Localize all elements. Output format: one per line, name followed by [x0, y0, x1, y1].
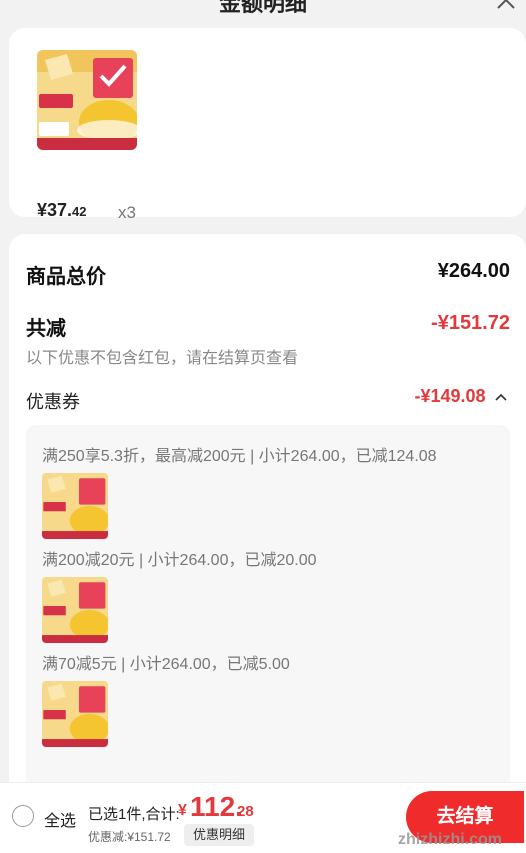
- coupon-rule: 满250享5.3折，最高减200元 | 小计264.00，已减124.08: [42, 448, 437, 465]
- sheet-title: 金额明细: [218, 0, 307, 16]
- selected-count: 已选1件,合计:: [88, 806, 180, 823]
- total-amount-decimal: 28: [237, 803, 254, 820]
- coupon-product-image: [42, 681, 108, 747]
- sheet-header: 金额明细: [0, 0, 526, 26]
- product-price: ¥37.42: [37, 200, 87, 221]
- total-price-label: 商品总价: [26, 266, 106, 288]
- price-integer: ¥37.: [37, 200, 73, 220]
- price-decimal: 42: [72, 204, 87, 219]
- total-amount-integer: 112.: [190, 791, 243, 822]
- chevron-up-icon: [495, 393, 507, 401]
- coupon-value: -¥149.08: [414, 386, 486, 406]
- product-image[interactable]: [37, 50, 137, 150]
- discount-detail-button[interactable]: 优惠明细: [184, 824, 254, 846]
- product-quantity: x3: [118, 203, 136, 222]
- coupon-details: 满250享5.3折，最高减200元 | 小计264.00，已减124.08 满2…: [26, 425, 510, 794]
- summary-card: 商品总价 ¥264.00 共减 -¥151.72 以下优惠不包含红包，请在结算页…: [9, 234, 526, 794]
- coupon-toggle[interactable]: -¥149.08: [414, 386, 508, 407]
- checkout-bar: 全选 已选1件,合计: ¥ 112. 28 优惠减:¥151.72 优惠明细 去…: [0, 782, 526, 853]
- close-icon[interactable]: [492, 0, 520, 14]
- reduce-value: -¥151.72: [431, 312, 510, 334]
- select-all-label[interactable]: 全选: [44, 807, 76, 831]
- product-card: ¥37.42 x3: [9, 28, 526, 222]
- coupon-rule: 满200减20元 | 小计264.00，已减20.00: [42, 552, 317, 569]
- checkout-button[interactable]: 去结算: [406, 791, 524, 843]
- total-price-value: ¥264.00: [437, 260, 510, 282]
- discount-summary: 优惠减:¥151.72: [88, 830, 171, 844]
- coupon-product-image: [42, 473, 108, 539]
- reduce-label: 共减: [26, 318, 66, 340]
- select-all-radio[interactable]: [12, 805, 34, 827]
- coupon-label: 优惠券: [26, 392, 80, 412]
- total-currency: ¥: [178, 802, 187, 819]
- coupon-product-image: [42, 577, 108, 643]
- discount-note: 以下优惠不包含红包，请在结算页查看: [26, 350, 299, 367]
- coupon-rule: 满70减5元 | 小计264.00，已减5.00: [42, 656, 290, 673]
